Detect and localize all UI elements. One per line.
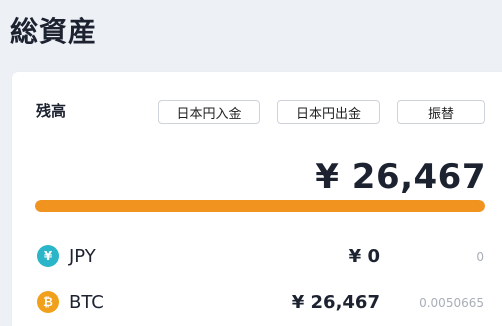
asset-allocation-bar	[35, 200, 485, 212]
asset-jpy-value: ¥ 26,467	[291, 292, 380, 313]
asset-allocation-bar-fill	[35, 200, 485, 212]
asset-amount: 0	[476, 250, 484, 264]
bitcoin-icon: ₿	[37, 291, 59, 313]
page: 総資産 残高 日本円入金 日本円出金 振替 ¥ 26,467 ¥ JPY ¥ 0…	[0, 0, 502, 326]
asset-name: JPY	[69, 246, 96, 267]
jpy-deposit-button[interactable]: 日本円入金	[158, 100, 260, 124]
asset-amount: 0.0050665	[419, 296, 484, 310]
page-title: 総資産	[10, 15, 98, 48]
jpy-withdraw-button[interactable]: 日本円出金	[277, 100, 380, 124]
asset-jpy-value: ¥ 0	[348, 246, 380, 267]
balance-label: 残高	[36, 102, 67, 120]
transfer-button[interactable]: 振替	[397, 100, 485, 124]
asset-row-jpy: ¥ JPY ¥ 0 0	[12, 242, 502, 272]
asset-name: BTC	[69, 292, 104, 313]
total-balance: ¥ 26,467	[315, 157, 486, 197]
balance-card: 残高 日本円入金 日本円出金 振替 ¥ 26,467 ¥ JPY ¥ 0 0 ₿…	[12, 72, 502, 326]
yen-icon: ¥	[37, 245, 59, 267]
asset-row-btc: ₿ BTC ¥ 26,467 0.0050665	[12, 288, 502, 318]
